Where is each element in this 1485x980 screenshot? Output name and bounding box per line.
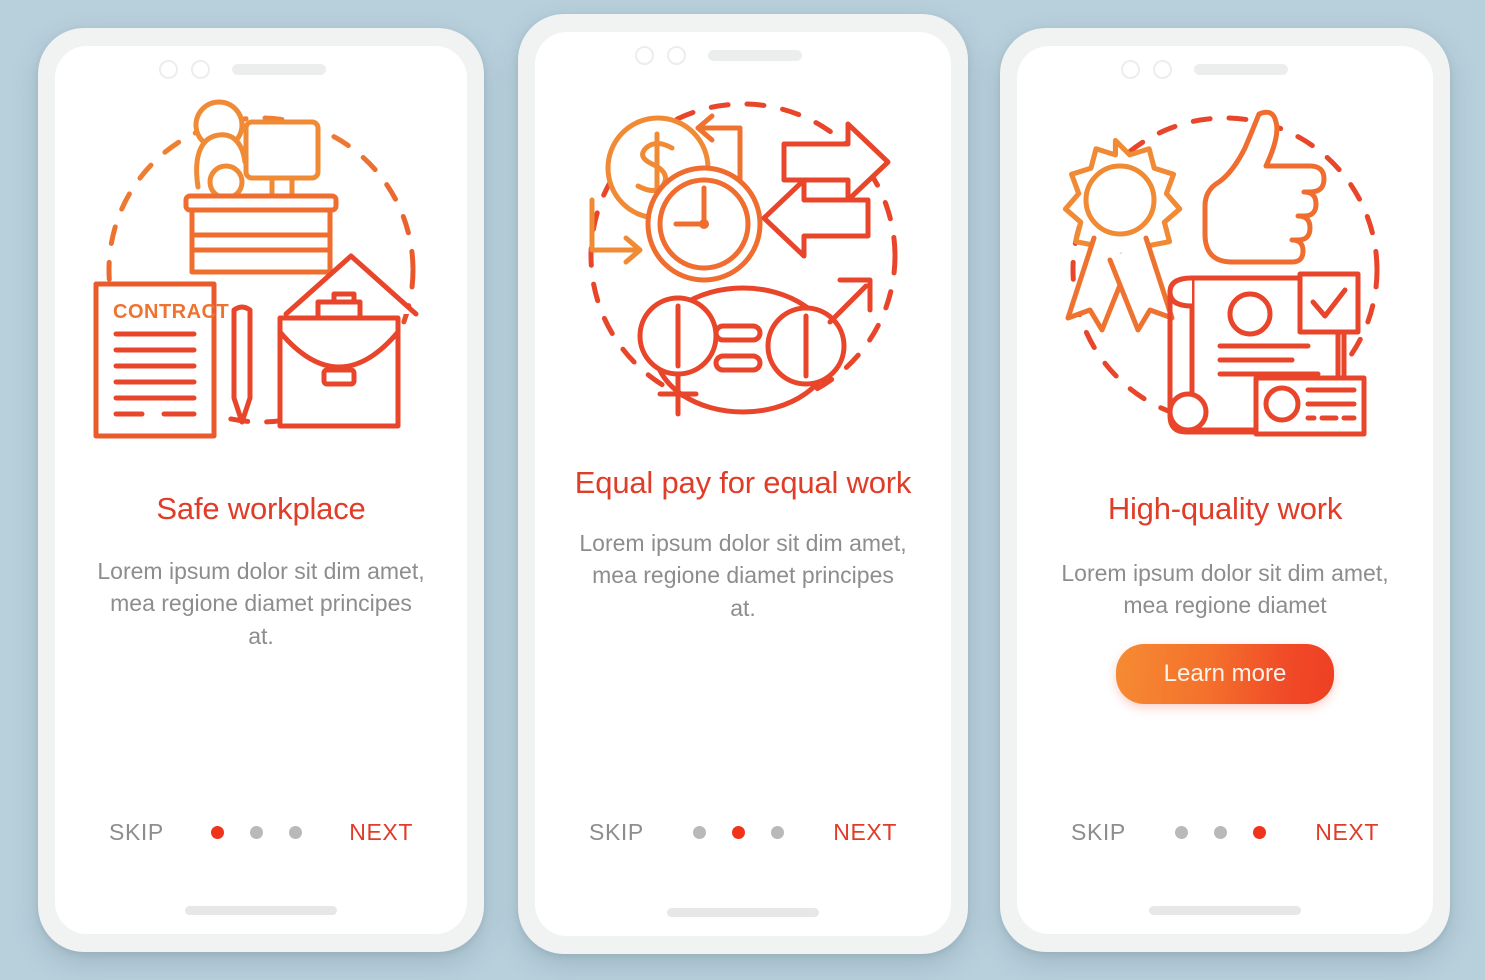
pagination-dots [211, 825, 303, 839]
pagination-dot-2[interactable] [732, 825, 746, 839]
home-indicator [1017, 906, 1433, 934]
sensor-icon [1153, 59, 1172, 79]
illustration-award-thumbsup-certificate [1017, 92, 1433, 460]
page-description: Lorem ipsum dolor sit dim amet, mea regi… [1061, 559, 1389, 619]
sensor-icon [191, 59, 210, 79]
screen-equal-pay: Equal pay for equal work Lorem ipsum dol… [535, 32, 951, 936]
phone-mockup-1: CONTRACT Safe workplace Lorem ipsum dolo… [38, 28, 484, 952]
speaker-grill-icon [232, 63, 326, 75]
pagination-dot-1[interactable] [211, 825, 225, 839]
screen-high-quality-work: High-quality work Lorem ipsum dolor sit … [1017, 46, 1433, 934]
next-button[interactable]: NEXT [833, 819, 897, 846]
onboarding-screens-stage: CONTRACT Safe workplace Lorem ipsum dolo… [0, 0, 1485, 980]
learn-more-button[interactable]: Learn more [1115, 644, 1335, 705]
illustration-equal-pay-gender-money-clock [535, 78, 951, 446]
illustration-office-desk-contract-briefcase: CONTRACT [55, 92, 467, 460]
page-title: High-quality work [1107, 491, 1343, 526]
status-bar [535, 32, 951, 78]
text-content-2: Equal pay for equal work Lorem ipsum dol… [535, 446, 951, 794]
page-title: Equal pay for equal work [574, 465, 912, 500]
screen-safe-workplace: CONTRACT Safe workplace Lorem ipsum dolo… [55, 46, 467, 934]
phone-mockup-3: High-quality work Lorem ipsum dolor sit … [1000, 28, 1450, 952]
phone-mockup-2: Equal pay for equal work Lorem ipsum dol… [518, 14, 968, 954]
pagination-dot-3[interactable] [1253, 825, 1267, 839]
pagination-dot-2[interactable] [1214, 825, 1228, 839]
page-description: Lorem ipsum dolor sit dim amet, mea regi… [97, 557, 425, 650]
onboarding-footer-3: SKIP NEXT [1017, 794, 1433, 870]
status-bar [1017, 46, 1433, 92]
pagination-dot-3[interactable] [771, 825, 785, 839]
next-button[interactable]: NEXT [349, 819, 413, 846]
pagination-dots [693, 825, 785, 839]
pagination-dot-3[interactable] [289, 825, 303, 839]
skip-button[interactable]: SKIP [589, 819, 644, 846]
next-button[interactable]: NEXT [1315, 819, 1379, 846]
text-content-1: Safe workplace Lorem ipsum dolor sit dim… [55, 460, 467, 794]
pagination-dot-1[interactable] [693, 825, 707, 839]
camera-icon [635, 45, 654, 65]
pagination-dot-1[interactable] [1175, 825, 1189, 839]
text-content-3: High-quality work Lorem ipsum dolor sit … [1017, 460, 1433, 794]
onboarding-footer-1: SKIP NEXT [55, 794, 467, 870]
speaker-grill-icon [708, 49, 802, 61]
skip-button[interactable]: SKIP [1071, 819, 1126, 846]
sensor-icon [667, 45, 686, 65]
onboarding-footer-2: SKIP NEXT [535, 794, 951, 870]
page-title: Safe workplace [156, 491, 366, 526]
home-indicator [55, 906, 467, 934]
speaker-grill-icon [1194, 63, 1288, 75]
camera-icon [159, 59, 178, 79]
status-bar [55, 46, 467, 92]
camera-icon [1121, 59, 1140, 79]
pagination-dot-2[interactable] [250, 825, 264, 839]
skip-button[interactable]: SKIP [109, 819, 164, 846]
contract-label: CONTRACT [113, 301, 229, 323]
home-indicator [535, 908, 951, 936]
page-description: Lorem ipsum dolor sit dim amet, mea regi… [579, 529, 907, 622]
pagination-dots [1175, 825, 1267, 839]
